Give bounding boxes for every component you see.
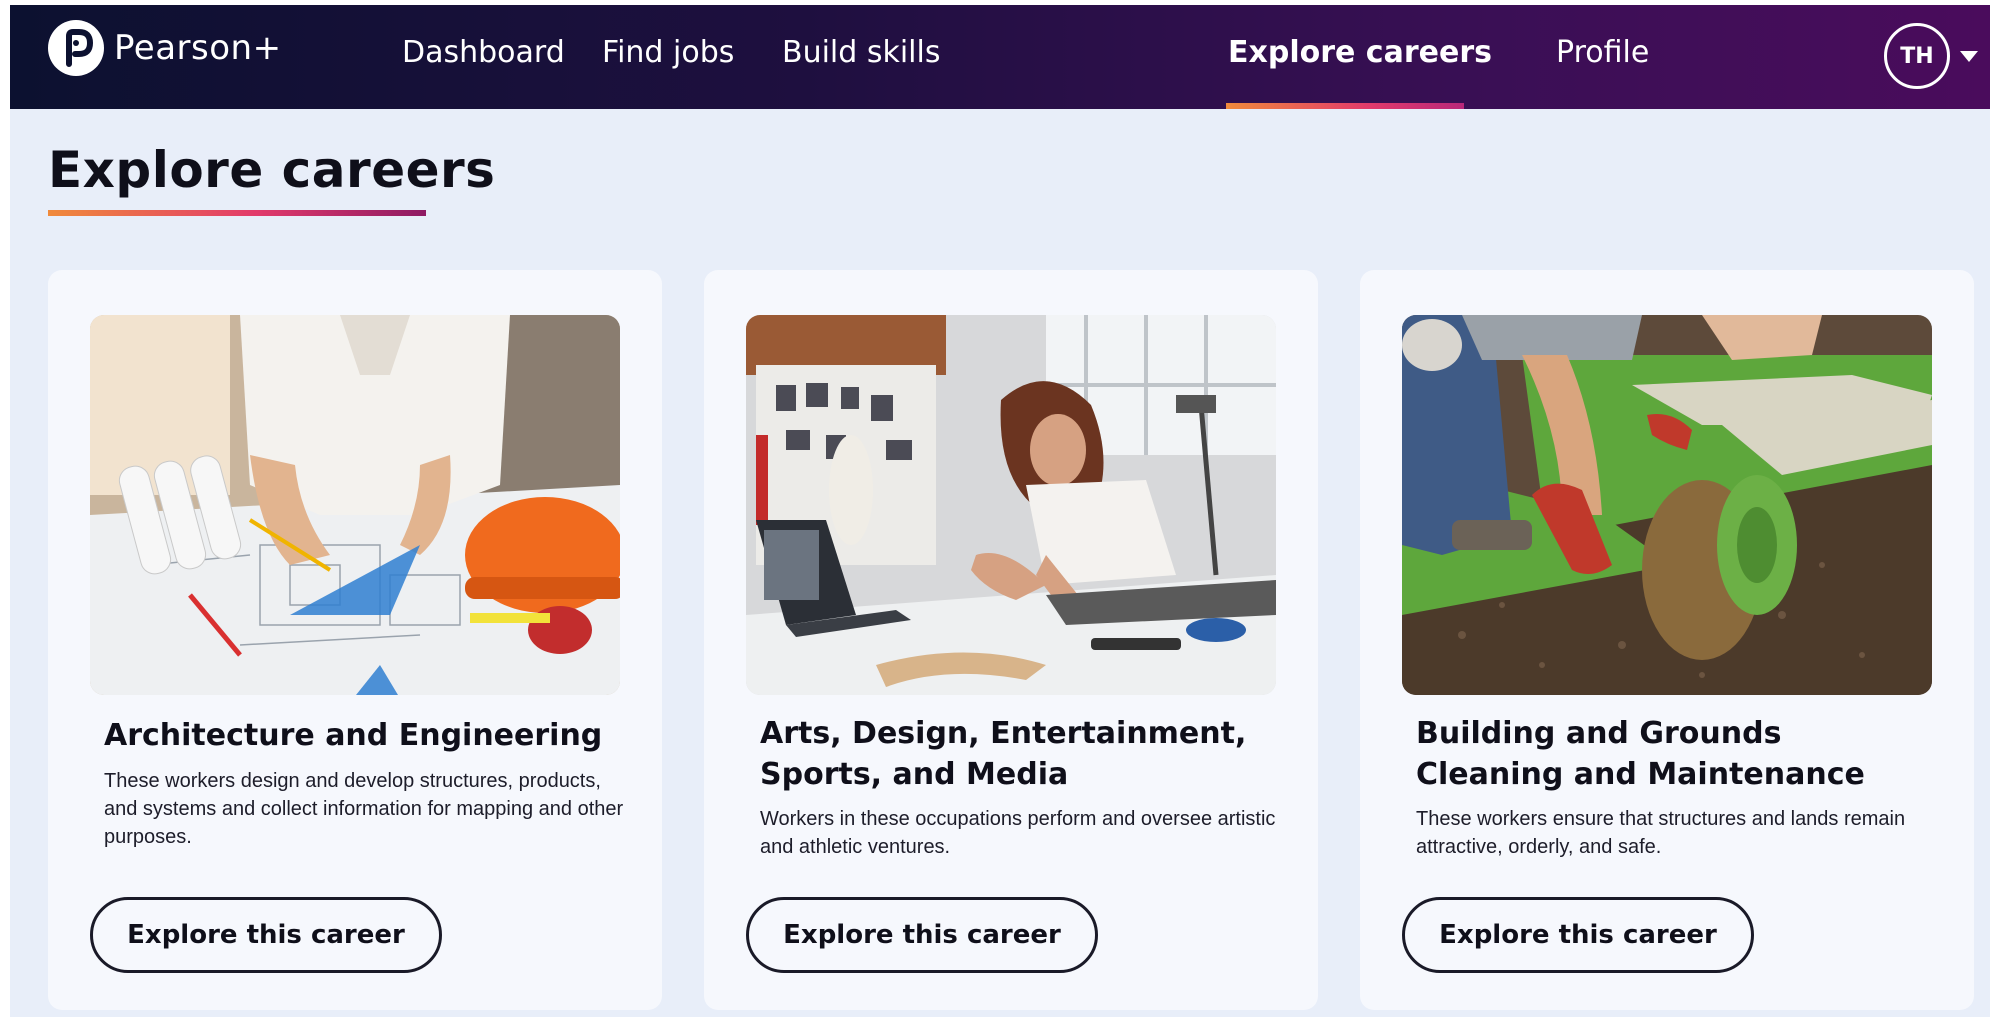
card-title: Building and Grounds Cleaning and Mainte… [1416, 716, 1865, 792]
app-frame: Pearson+ Dashboard Find jobs Build skill… [10, 5, 1990, 1017]
card-description: These workers ensure that structures and… [1416, 808, 1906, 858]
card-title: Arts, Design, Entertainment, Sports, and… [760, 716, 1247, 792]
architect-blueprints-image [90, 315, 620, 695]
explore-career-button[interactable]: Explore this career [90, 897, 442, 973]
career-card: Arts, Design, Entertainment, Sports, and… [704, 270, 1318, 1010]
card-description: These workers design and develop structu… [104, 770, 624, 848]
designer-studio-image [746, 315, 1276, 695]
title-underline [48, 210, 426, 216]
active-nav-indicator [1226, 103, 1464, 109]
pearson-logo[interactable]: Pearson+ [48, 20, 282, 76]
nav-profile[interactable]: Profile [1556, 35, 1649, 70]
user-avatar[interactable]: TH [1884, 23, 1950, 89]
card-description: Workers in these occupations perform and… [760, 808, 1276, 858]
career-card: Building and Grounds Cleaning and Mainte… [1360, 270, 1974, 1010]
nav-explore-careers[interactable]: Explore careers [1228, 35, 1492, 70]
explore-career-button[interactable]: Explore this career [746, 897, 1098, 973]
pearson-p-icon [48, 20, 104, 76]
page-title: Explore careers [48, 141, 496, 199]
explore-career-button[interactable]: Explore this career [1402, 897, 1754, 973]
chevron-down-icon[interactable] [1960, 51, 1978, 62]
career-card: Architecture and Engineering These worke… [48, 270, 662, 1010]
nav-find-jobs[interactable]: Find jobs [602, 35, 734, 70]
brand-name: Pearson+ [114, 28, 282, 68]
laying-sod-image [1402, 315, 1932, 695]
nav-dashboard[interactable]: Dashboard [402, 35, 565, 70]
card-title: Architecture and Engineering [104, 718, 603, 753]
top-navigation: Pearson+ Dashboard Find jobs Build skill… [10, 5, 1990, 109]
nav-build-skills[interactable]: Build skills [782, 35, 940, 70]
